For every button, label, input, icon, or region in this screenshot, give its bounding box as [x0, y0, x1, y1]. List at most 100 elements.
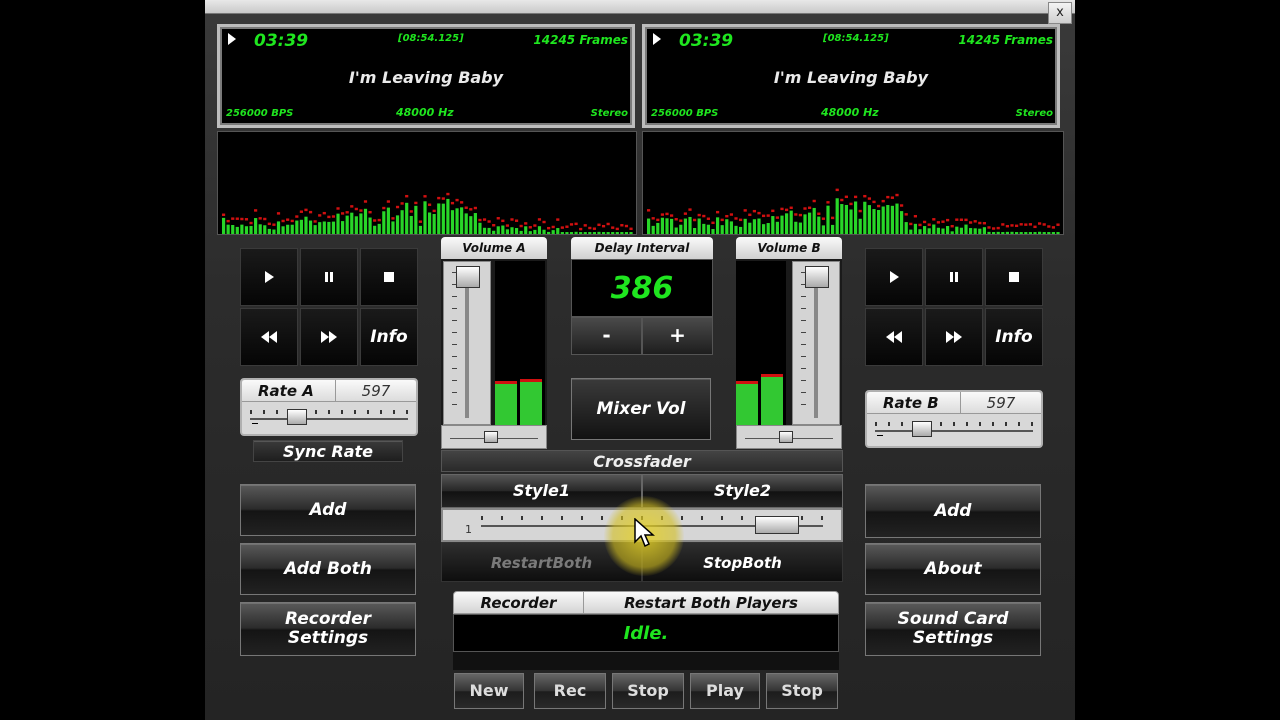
deck-b-stop-button[interactable] — [985, 248, 1043, 306]
recorder-settings-line1: Recorder — [285, 609, 371, 629]
deck-b-frames: 14245 Frames — [958, 33, 1053, 47]
rate-b-slider[interactable] — [867, 414, 1041, 446]
volume-a-label: Volume A — [441, 237, 547, 259]
rate-a-value: 597 — [361, 382, 391, 400]
crossfader-min-label: 1 — [465, 523, 472, 536]
rate-b-value: 597 — [986, 394, 1016, 412]
rate-b-control: Rate B 597 — [865, 390, 1043, 448]
rate-b-label: Rate B — [867, 392, 961, 413]
deck-b-info-button[interactable]: Info — [985, 308, 1043, 366]
sound-card-line2: Settings — [912, 628, 994, 648]
volume-b-meter-left — [736, 381, 758, 425]
add-both-button[interactable]: Add Both — [240, 543, 416, 595]
deck-b-forward-button[interactable] — [925, 308, 983, 366]
deck-a-add-button[interactable]: Add — [240, 484, 416, 536]
close-button[interactable]: x — [1048, 2, 1072, 24]
deck-a-play-button[interactable] — [240, 248, 298, 306]
volume-a-meter-left — [495, 381, 517, 425]
fast-forward-icon — [321, 331, 337, 343]
stop-icon — [1009, 272, 1019, 282]
deck-b-add-button[interactable]: Add — [865, 484, 1041, 538]
recorder-rec-button[interactable]: Rec — [534, 673, 606, 709]
deck-a-track-title: I'm Leaving Baby — [348, 68, 504, 87]
volume-a-balance-knob[interactable] — [484, 431, 498, 443]
restart-both-players-button[interactable]: Restart Both Players — [584, 592, 838, 613]
crossfader-knob[interactable] — [755, 516, 800, 534]
delay-interval-value: 386 — [571, 259, 713, 317]
deck-a-frames: 14245 Frames — [533, 33, 628, 47]
delay-interval-label: Delay Interval — [571, 237, 713, 259]
volume-a-panel: Volume A — [441, 237, 547, 449]
deck-a-rewind-button[interactable] — [240, 308, 298, 366]
volume-a-balance[interactable] — [441, 425, 547, 449]
restart-both-button[interactable]: RestartBoth — [441, 542, 642, 582]
deck-b-bitrate: 256000 BPS — [651, 108, 719, 119]
deck-a-position: [08:54.125] — [398, 33, 464, 44]
delay-increase-button[interactable]: + — [642, 317, 713, 355]
rewind-icon — [261, 331, 277, 343]
deck-a-pause-button[interactable] — [300, 248, 358, 306]
play-icon — [890, 271, 899, 283]
deck-a-bitrate: 256000 BPS — [226, 108, 294, 119]
sound-card-line1: Sound Card — [897, 609, 1009, 629]
recorder-stop-button[interactable]: Stop — [612, 673, 684, 709]
recorder-play-button[interactable]: Play — [690, 673, 760, 709]
sync-rate-button[interactable]: Sync Rate — [253, 440, 403, 462]
delay-interval-panel: Delay Interval 386 - + — [571, 237, 713, 357]
volume-b-panel: Volume B — [736, 237, 842, 449]
deck-b-track-title: I'm Leaving Baby — [773, 68, 929, 87]
volume-a-fader-knob[interactable] — [456, 266, 480, 288]
style1-button[interactable]: Style1 — [441, 474, 642, 508]
rewind-icon — [886, 331, 902, 343]
deck-b-time: 03:39 — [679, 31, 734, 51]
recorder-new-button[interactable]: New — [454, 673, 524, 709]
recorder-settings-button[interactable]: Recorder Settings — [240, 602, 416, 656]
recorder-progress — [453, 652, 839, 670]
title-bar — [205, 0, 1075, 14]
fast-forward-icon — [946, 331, 962, 343]
deck-b-channels: Stereo — [1015, 108, 1053, 119]
rate-a-control: Rate A 597 — [240, 378, 418, 436]
rate-a-label: Rate A — [242, 380, 336, 401]
volume-b-fader-knob[interactable] — [805, 266, 829, 288]
sound-card-settings-button[interactable]: Sound Card Settings — [865, 602, 1041, 656]
volume-b-label: Volume B — [736, 237, 842, 259]
volume-a-meter — [495, 261, 545, 425]
recorder-panel: Recorder Restart Both Players Idle. — [453, 591, 839, 670]
stop-icon — [384, 272, 394, 282]
play-icon — [265, 271, 274, 283]
crossfader-panel: Crossfader Style1 Style2 1 RestartBoth S… — [441, 450, 843, 582]
rate-a-slider[interactable] — [242, 402, 416, 434]
crossfader-slider[interactable]: 1 — [441, 508, 843, 542]
recorder-status: Idle. — [453, 614, 839, 652]
playing-icon — [653, 33, 661, 45]
deck-b-rewind-button[interactable] — [865, 308, 923, 366]
style2-button[interactable]: Style2 — [642, 474, 843, 508]
recorder-stop2-button[interactable]: Stop — [766, 673, 838, 709]
deck-b-samplerate: 48000 Hz — [821, 106, 879, 119]
deck-b-transport: Info — [865, 248, 1043, 368]
stop-both-button[interactable]: StopBoth — [642, 542, 843, 582]
deck-a-display: 03:39 [08:54.125] 14245 Frames I'm Leavi… — [217, 24, 635, 128]
deck-a-info-button[interactable]: Info — [360, 308, 418, 366]
deck-a-channels: Stereo — [590, 108, 628, 119]
deck-b-spectrum — [642, 131, 1064, 235]
deck-a-stop-button[interactable] — [360, 248, 418, 306]
rate-a-slider-knob[interactable] — [287, 409, 307, 425]
deck-b-pause-button[interactable] — [925, 248, 983, 306]
volume-a-fader[interactable] — [443, 261, 491, 425]
deck-b-play-button[interactable] — [865, 248, 923, 306]
recorder-settings-line2: Settings — [287, 628, 369, 648]
volume-b-meter-right — [761, 374, 783, 425]
mixer-window: x 03:39 [08:54.125] 14245 Frames I'm Lea… — [205, 0, 1075, 720]
deck-a-forward-button[interactable] — [300, 308, 358, 366]
mixer-vol-button[interactable]: Mixer Vol — [571, 378, 711, 440]
crossfader-title: Crossfader — [441, 450, 843, 472]
volume-b-fader[interactable] — [792, 261, 840, 425]
deck-a-time: 03:39 — [254, 31, 309, 51]
rate-b-slider-knob[interactable] — [912, 421, 932, 437]
about-button[interactable]: About — [865, 543, 1041, 595]
delay-decrease-button[interactable]: - — [571, 317, 642, 355]
volume-b-balance[interactable] — [736, 425, 842, 449]
volume-b-balance-knob[interactable] — [779, 431, 793, 443]
